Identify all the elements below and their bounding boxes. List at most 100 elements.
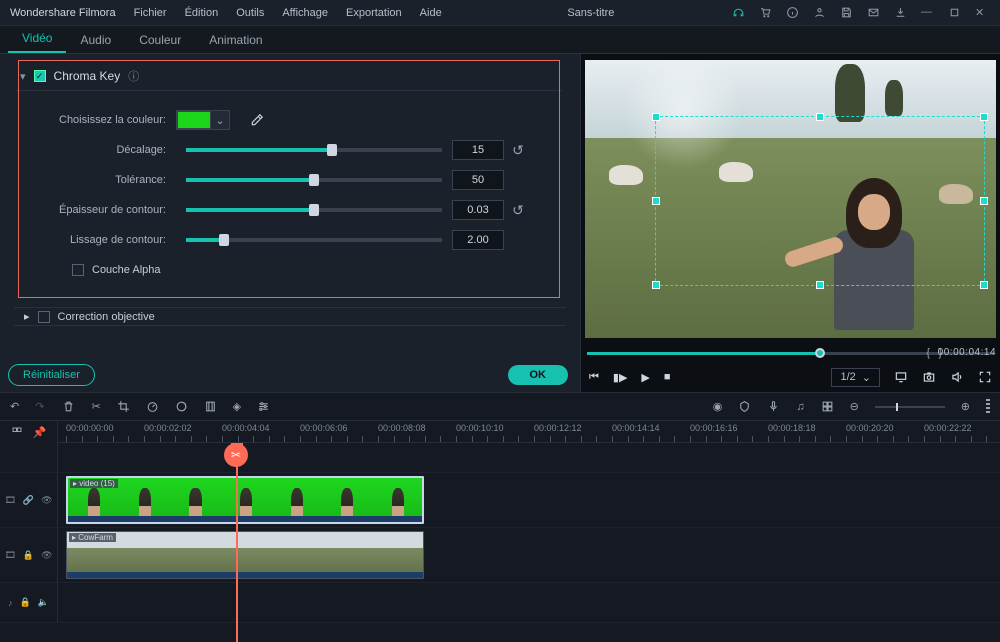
lock-icon[interactable]: 🔒 — [23, 550, 34, 561]
chroma-enable-checkbox[interactable]: ✓ — [34, 70, 46, 82]
menu-view[interactable]: Affichage — [274, 3, 336, 23]
slider-2[interactable] — [186, 208, 442, 212]
close-icon[interactable]: ✕ — [975, 6, 988, 19]
playhead[interactable] — [236, 443, 238, 642]
prev-frame-icon[interactable]: ⏮ — [589, 371, 599, 384]
clip-CowFarm[interactable]: ▸ CowFarm — [66, 531, 424, 579]
track-a1: ♪🔒🔈 — [0, 583, 1000, 623]
ruler-tick: 00:00:14:14 — [612, 423, 660, 433]
speed-icon[interactable] — [146, 400, 159, 413]
undo-icon[interactable]: ↶ — [10, 400, 19, 413]
chroma-key-header[interactable]: ▾ ✓ Chroma Key ⓘ — [16, 62, 562, 91]
info-icon[interactable] — [786, 6, 799, 19]
record-icon[interactable] — [767, 400, 780, 413]
property-tabs: Vidéo Audio Couleur Animation — [0, 26, 1000, 54]
menu-file[interactable]: Fichier — [126, 3, 175, 23]
lock-icon[interactable]: 🔒 — [20, 597, 31, 608]
reset-slider-icon[interactable]: ↺ — [504, 142, 532, 159]
expand-icon[interactable]: ▸ — [24, 310, 30, 323]
tab-video[interactable]: Vidéo — [8, 25, 66, 53]
menu-tools[interactable]: Outils — [228, 3, 272, 23]
menu-help[interactable]: Aide — [412, 3, 450, 23]
slider-value[interactable]: 2.00 — [452, 230, 504, 250]
preview-timecode: 00:00:04:14 — [938, 347, 996, 358]
cut-indicator[interactable]: ✂ — [224, 443, 248, 467]
timeline-menu-icon[interactable] — [11, 426, 23, 438]
stop-icon[interactable]: ■ — [664, 371, 671, 383]
link-icon[interactable]: 🔗 — [23, 495, 34, 506]
menu-edit[interactable]: Édition — [177, 3, 227, 23]
split-icon[interactable]: ✂ — [91, 400, 100, 413]
redo-icon[interactable]: ↷ — [35, 400, 44, 413]
preview-scrubber[interactable]: { } 00:00:04:14 — [587, 344, 994, 362]
color-icon[interactable] — [175, 400, 188, 413]
adjust-icon[interactable] — [257, 400, 270, 413]
mail-icon[interactable] — [867, 6, 880, 19]
step-back-icon[interactable]: ▮▶ — [613, 371, 628, 384]
eye-icon[interactable]: 👁 — [41, 550, 52, 561]
collapse-icon[interactable]: ▾ — [20, 70, 26, 83]
eye-icon[interactable]: 👁 — [41, 495, 52, 506]
maximize-icon[interactable] — [948, 6, 961, 19]
page-indicator[interactable]: 1/2⌄ — [831, 368, 880, 387]
grid-icon[interactable] — [821, 400, 834, 413]
lens-correction-checkbox[interactable] — [38, 311, 50, 323]
document-title: Sans-titre — [450, 7, 732, 19]
video-preview[interactable] — [585, 60, 996, 338]
ruler-tick: 00:00:08:08 — [378, 423, 426, 433]
menu-export[interactable]: Exportation — [338, 3, 410, 23]
tab-animation[interactable]: Animation — [195, 27, 276, 53]
display-icon[interactable] — [894, 370, 908, 384]
cart-icon[interactable] — [759, 6, 772, 19]
download-icon[interactable] — [894, 6, 907, 19]
eyedropper-icon[interactable] — [250, 113, 264, 127]
timeline-ruler[interactable]: 00:00:00:0000:00:02:0200:00:04:0400:00:0… — [58, 421, 1000, 443]
tab-audio[interactable]: Audio — [66, 27, 125, 53]
help-icon[interactable]: ⓘ — [128, 68, 139, 84]
green-screen-icon[interactable] — [204, 400, 217, 413]
play-icon[interactable]: ▶ — [641, 371, 649, 384]
zoom-out-icon[interactable]: ⊖ — [850, 400, 859, 413]
account-icon[interactable] — [813, 6, 826, 19]
slider-0[interactable] — [186, 148, 442, 152]
clip-video (15)[interactable]: ▸ video (15) — [66, 476, 424, 524]
delete-icon[interactable] — [62, 400, 75, 413]
pin-icon[interactable]: 📌 — [33, 426, 47, 439]
alpha-checkbox[interactable] — [72, 264, 84, 276]
slider-value[interactable]: 0.03 — [452, 200, 504, 220]
track-header: 🎞🔒👁 — [0, 528, 58, 582]
minimize-icon[interactable]: — — [921, 6, 934, 19]
chevron-down-icon[interactable]: ⌄ — [211, 111, 229, 129]
color-picker[interactable]: ⌄ — [176, 110, 230, 130]
markers-icon[interactable] — [986, 399, 990, 415]
slider-3[interactable] — [186, 238, 442, 242]
vol-icon[interactable]: 🔈 — [38, 597, 49, 608]
reset-button[interactable]: Réinitialiser — [8, 364, 95, 386]
music-icon[interactable]: ♫ — [796, 401, 804, 413]
mixer-icon[interactable]: ◉ — [713, 400, 723, 413]
ok-button[interactable]: OK — [508, 365, 569, 385]
zoom-slider[interactable] — [875, 406, 945, 408]
tab-color[interactable]: Couleur — [125, 27, 195, 53]
snapshot-icon[interactable] — [922, 370, 936, 384]
marker-icon[interactable] — [738, 400, 751, 413]
track-header: ♪🔒🔈 — [0, 583, 58, 622]
track-t2: 🎞🔗👁▸ video (15) — [0, 473, 1000, 528]
slider-value[interactable]: 15 — [452, 140, 504, 160]
keyframe-icon[interactable]: ◈ — [233, 400, 241, 413]
slider-value[interactable]: 50 — [452, 170, 504, 190]
slider-1[interactable] — [186, 178, 442, 182]
support-icon[interactable] — [732, 6, 745, 19]
color-swatch — [177, 111, 211, 129]
brace-left[interactable]: { — [926, 347, 930, 359]
zoom-in-icon[interactable]: ⊕ — [961, 400, 970, 413]
fullscreen-icon[interactable] — [978, 370, 992, 384]
selection-box[interactable] — [655, 116, 985, 286]
save-icon[interactable] — [840, 6, 853, 19]
volume-icon[interactable] — [950, 370, 964, 384]
title-bar: Wondershare Filmora Fichier Édition Outi… — [0, 0, 1000, 26]
reset-slider-icon[interactable]: ↺ — [504, 202, 532, 219]
crop-icon[interactable] — [117, 400, 130, 413]
lens-correction-header[interactable]: ▸ Correction objective — [14, 307, 566, 326]
ruler-tick: 00:00:04:04 — [222, 423, 270, 433]
